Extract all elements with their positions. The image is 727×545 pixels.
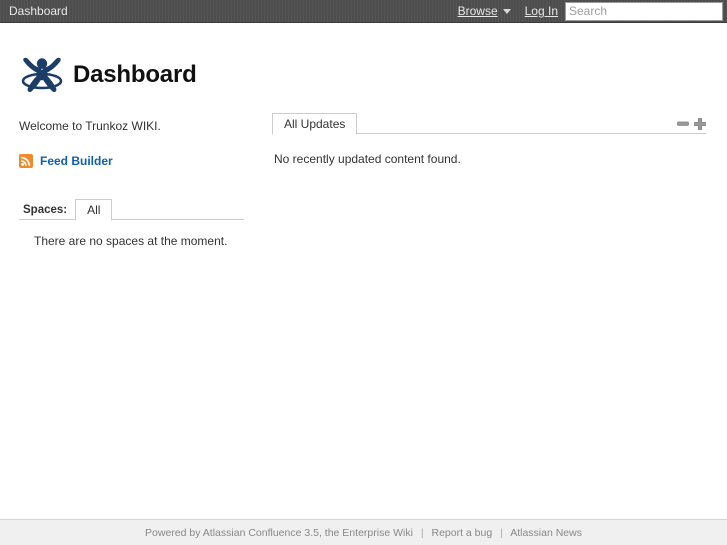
page-title-block: Dashboard [20,56,197,94]
header-right-group: Browse Log In [458,1,723,21]
footer-report-bug-link[interactable]: Report a bug [431,527,492,539]
footer-separator-1: | [420,526,424,539]
expand-icon[interactable] [694,118,706,130]
feed-builder-row[interactable]: Feed Builder [19,154,249,168]
updates-tab-row: All Updates [272,110,706,135]
login-link[interactable]: Log In [525,4,558,18]
header-left-group: Dashboard [9,4,68,18]
collapse-icon[interactable] [677,118,689,130]
search-input[interactable] [565,1,723,21]
confluence-logo-icon [21,57,63,93]
updates-panel: All Updates No recently updated content … [272,110,706,166]
footer-text: Powered by Atlassian Confluence 3.5, the… [145,527,582,539]
footer-powered-by: Powered by Atlassian Confluence 3.5, the… [145,526,413,539]
top-header-bar: Dashboard Browse Log In [0,0,727,23]
footer-atlassian-news-link[interactable]: Atlassian News [510,527,582,539]
spaces-tab-all[interactable]: All [75,199,113,221]
tab-all-updates[interactable]: All Updates [272,113,358,135]
rss-icon [19,154,33,168]
spaces-tab-row: Spaces: All [19,198,244,221]
updates-empty-message: No recently updated content found. [274,152,461,166]
browse-menu-label: Browse [457,4,498,18]
header-dashboard-link[interactable]: Dashboard [9,4,68,18]
spaces-label: Spaces: [23,204,68,216]
page-title: Dashboard [73,61,197,88]
footer-separator-2: | [500,526,503,539]
spaces-empty-message: There are no spaces at the moment. [34,234,228,248]
page-footer: Powered by Atlassian Confluence 3.5, the… [0,519,727,545]
spaces-panel: Spaces: All There are no spaces at the m… [19,198,244,248]
browse-menu-button[interactable]: Browse [458,4,511,18]
panel-controls [677,118,706,134]
feed-builder-link[interactable]: Feed Builder [40,154,113,168]
welcome-message: Welcome to Trunkoz WIKI. [19,119,161,133]
left-column: Welcome to Trunkoz WIKI. Feed Builder [19,118,249,168]
chevron-down-icon [502,8,511,14]
